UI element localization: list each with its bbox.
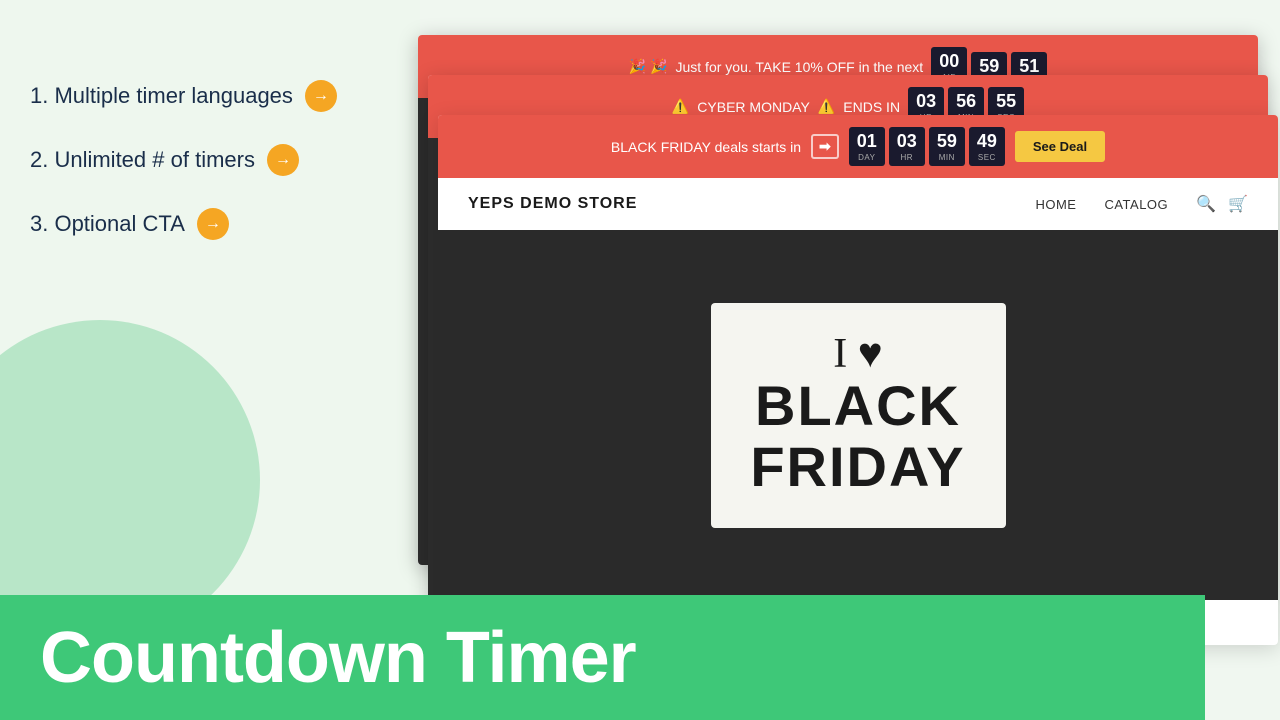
lightbox-sign: I ♥ BLACK FRIDAY xyxy=(711,303,1006,528)
cart-icon[interactable]: 🛒 xyxy=(1228,194,1248,214)
timer-message-2: CYBER MONDAY xyxy=(697,99,810,115)
browser-stack: 🎉 🎉 Just for you. TAKE 10% OFF in the ne… xyxy=(418,35,1278,590)
feature-text-3: 3. Optional CTA xyxy=(30,211,185,237)
timer-ends-in: ENDS IN xyxy=(843,99,900,115)
circle-decoration xyxy=(0,320,260,640)
store-logo: YEPS DEMO STORE xyxy=(468,195,637,213)
hero-line2: BLACK xyxy=(755,375,961,437)
arrow-icon-3 xyxy=(197,208,229,240)
timer-message-3: BLACK FRIDAY deals starts in xyxy=(611,139,801,155)
nav-icons: 🔍 🛒 xyxy=(1196,194,1248,214)
digit-sec-49: 49 SEC xyxy=(969,127,1005,166)
hero-line1: I ♥ xyxy=(833,333,882,375)
bottom-banner: Countdown Timer xyxy=(0,595,1205,720)
feature-item-2: 2. Unlimited # of timers xyxy=(30,144,420,176)
timer-bar-3: BLACK FRIDAY deals starts in ➡ 01 DAY 03… xyxy=(438,115,1278,178)
search-icon[interactable]: 🔍 xyxy=(1196,194,1216,214)
feature-item-3: 3. Optional CTA xyxy=(30,208,420,240)
digit-day-01: 01 DAY xyxy=(849,127,885,166)
timer-emoji-2a: ⚠️ xyxy=(672,98,689,115)
nav-link-home[interactable]: HOME xyxy=(1035,197,1076,212)
arrow-icon-1 xyxy=(305,80,337,112)
see-deal-button[interactable]: See Deal xyxy=(1015,131,1105,162)
store-hero: I ♥ BLACK FRIDAY xyxy=(438,230,1278,600)
arrow-box: ➡ xyxy=(811,134,839,159)
timer-digits-3: 01 DAY 03 HR 59 MIN 49 SEC xyxy=(849,127,1005,166)
feature-text-2: 2. Unlimited # of timers xyxy=(30,147,255,173)
digit-min-59: 59 MIN xyxy=(929,127,965,166)
store-nav-links: HOME CATALOG 🔍 🛒 xyxy=(1035,194,1248,214)
digit-hr-03: 03 HR xyxy=(889,127,925,166)
timer-emoji-2b: ⚠️ xyxy=(818,98,835,115)
timer-emoji-1: 🎉 🎉 xyxy=(629,58,668,75)
feature-item-1: 1. Multiple timer languages xyxy=(30,80,420,112)
timer-message-1: Just for you. TAKE 10% OFF in the next xyxy=(675,59,923,75)
store-nav: YEPS DEMO STORE HOME CATALOG 🔍 🛒 xyxy=(438,178,1278,230)
arrow-icon-2 xyxy=(267,144,299,176)
hero-line3: FRIDAY xyxy=(750,436,965,498)
bottom-banner-text: Countdown Timer xyxy=(40,617,636,699)
features-list: 1. Multiple timer languages 2. Unlimited… xyxy=(30,80,420,240)
feature-text-1: 1. Multiple timer languages xyxy=(30,83,293,109)
nav-link-catalog[interactable]: CATALOG xyxy=(1104,197,1168,212)
browser-window-3: BLACK FRIDAY deals starts in ➡ 01 DAY 03… xyxy=(438,115,1278,645)
